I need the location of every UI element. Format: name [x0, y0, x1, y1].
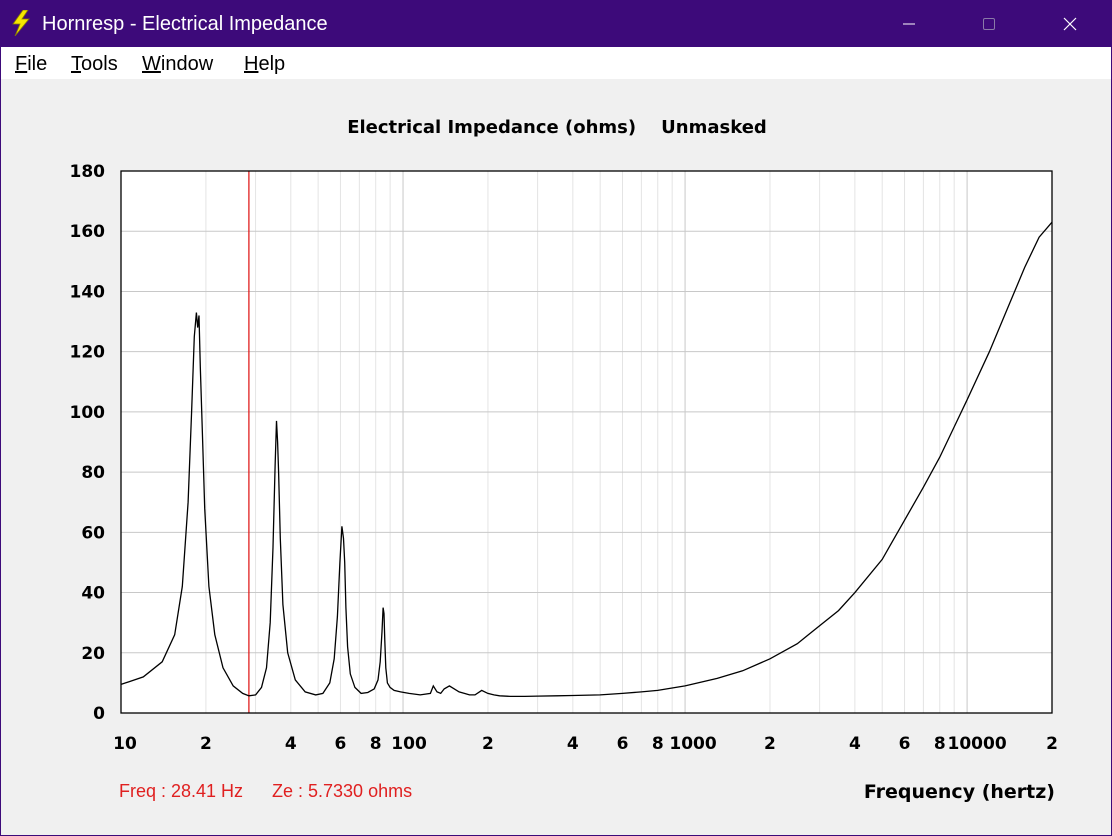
menu-tools[interactable]: Tools [71, 53, 118, 76]
menu-help[interactable]: Help [244, 53, 285, 76]
status-frequency: Freq : 28.41 Hz [119, 781, 244, 801]
x-tick-label: 4 [285, 734, 297, 754]
status-impedance: Ze : 5.7330 ohms [272, 781, 413, 801]
y-tick-label: 20 [81, 644, 105, 664]
maximize-icon [983, 18, 995, 30]
x-tick-label: 2 [1046, 734, 1058, 754]
close-button[interactable] [1044, 1, 1096, 47]
chart-title: Electrical Impedance (ohms) Unmasked [347, 117, 767, 138]
y-tick-labels: 0 20 40 60 80 100 120 140 160 180 [70, 162, 106, 724]
plot-background [121, 171, 1052, 713]
y-tick-label: 0 [93, 704, 105, 724]
window-title: Hornresp - Electrical Impedance [42, 13, 328, 35]
menu-tools-rest: ools [81, 53, 118, 75]
y-tick-label: 120 [70, 343, 106, 363]
x-tick-label: 2 [200, 734, 212, 754]
impedance-chart[interactable]: Electrical Impedance (ohms) Unmasked 020… [1, 79, 1111, 779]
x-tick-label: 8 [934, 734, 946, 754]
x-tick-label: 1000 [669, 734, 716, 754]
app-window: Hornresp - Electrical Impedance File Too… [0, 0, 1112, 836]
x-tick-label: 2 [764, 734, 776, 754]
y-tick-label: 60 [81, 523, 105, 543]
lightning-bolt-icon [12, 10, 30, 36]
y-tick-label: 100 [70, 403, 106, 423]
menu-window[interactable]: Window [142, 53, 213, 76]
menu-help-rest: elp [258, 53, 286, 75]
minimize-button[interactable] [883, 1, 935, 47]
y-tick-label: 160 [70, 222, 106, 242]
x-tick-label: 4 [567, 734, 579, 754]
x-tick-label: 4 [849, 734, 861, 754]
x-tick-label: 6 [335, 734, 347, 754]
y-tick-label: 180 [70, 162, 106, 182]
x-tick-labels: 10 2 4 6 8 100 2 4 6 8 1000 2 4 6 8 10000 2 [113, 734, 1058, 754]
x-tick-label: 2 [482, 734, 494, 754]
x-tick-label: 10 [113, 734, 137, 754]
x-tick-label: 10000 [948, 734, 1007, 754]
chart-area[interactable]: Electrical Impedance (ohms) Unmasked 0 20… [1, 79, 1111, 835]
y-tick-label: 140 [70, 282, 106, 302]
menu-window-rest: indow [160, 53, 214, 75]
x-axis-label: Frequency (hertz) [863, 781, 1055, 803]
x-tick-label: 8 [370, 734, 382, 754]
x-tick-label: 100 [391, 734, 427, 754]
menu-bar: File Tools Window Help [1, 47, 1111, 79]
title-bar[interactable]: Hornresp - Electrical Impedance [1, 1, 1111, 47]
menu-file[interactable]: File [15, 53, 47, 76]
menu-file-rest: ile [27, 53, 48, 75]
y-tick-label: 40 [81, 584, 105, 604]
x-tick-label: 6 [617, 734, 629, 754]
maximize-button[interactable] [963, 1, 1015, 47]
y-tick-label: 80 [81, 463, 105, 483]
x-tick-label: 6 [899, 734, 911, 754]
close-icon [1063, 17, 1077, 31]
minimize-icon [903, 23, 915, 25]
x-tick-label: 8 [652, 734, 664, 754]
